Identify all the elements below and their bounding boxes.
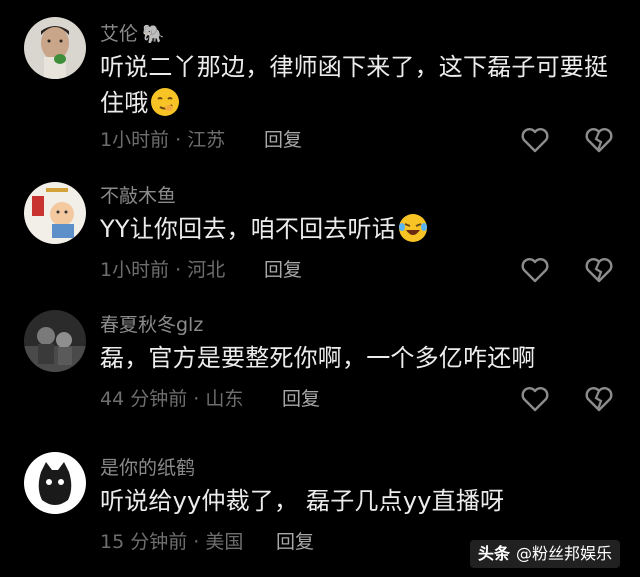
reply-button[interactable]: 回复 [282,387,320,411]
smirk-face-icon [150,87,180,117]
reply-button[interactable]: 回复 [276,530,314,554]
location: 美国 [205,531,244,553]
dislike-broken-heart-icon[interactable] [584,256,614,284]
comment-meta: 15 分钟前 · 美国 [100,530,243,554]
comment-text: 听说二丫那边，律师函下来了，这下磊子可要挺住哦 [100,49,610,121]
timestamp: 1小时前 [100,259,170,281]
username-text: 艾伦 [100,23,139,45]
username-text: 不敲木鱼 [100,185,177,207]
timestamp: 1小时前 [100,129,170,151]
comment-body: 听说给yy仲裁了， 磊子几点yy直播呀 [100,487,505,515]
comment-meta: 1小时前 · 江苏 [100,128,225,152]
comment-meta: 44 分钟前 · 山东 [100,387,243,411]
comment-body: YY让你回去，咱不回去听话 [100,215,396,243]
comment-text: 听说给yy仲裁了， 磊子几点yy直播呀 [100,483,610,519]
like-heart-icon[interactable] [520,256,550,284]
dislike-broken-heart-icon[interactable] [584,385,614,413]
watermark-account: @粉丝邦娱乐 [516,544,613,563]
username-text: 春夏秋冬glz [100,314,204,336]
username[interactable]: 是你的纸鹤 [100,456,195,480]
source-watermark: 头条 @粉丝邦娱乐 [470,540,621,568]
watermark-brand: 头条 [478,544,511,563]
meta-separator: · [187,388,206,410]
comment-body: 磊，官方是要整死你啊，一个多亿咋还啊 [100,344,536,372]
like-heart-icon[interactable] [520,126,550,154]
timestamp: 44 分钟前 [100,388,188,410]
comment-text: YY让你回去，咱不回去听话 [100,211,610,247]
reply-button[interactable]: 回复 [264,128,302,152]
avatar[interactable] [24,452,86,514]
avatar[interactable] [24,17,86,79]
comment-text: 磊，官方是要整死你啊，一个多亿咋还啊 [100,340,610,376]
timestamp: 15 分钟前 [100,531,188,553]
meta-separator: · [187,531,206,553]
elephant-badge-icon: 🐘 [142,24,165,45]
location: 江苏 [187,129,226,151]
username[interactable]: 春夏秋冬glz [100,313,203,337]
comment-meta: 1小时前 · 河北 [100,258,225,282]
avatar[interactable] [24,310,86,372]
location: 河北 [187,259,226,281]
dislike-broken-heart-icon[interactable] [584,126,614,154]
reply-button[interactable]: 回复 [264,258,302,282]
avatar[interactable] [24,182,86,244]
laughing-tears-face-icon [398,213,428,243]
meta-separator: · [169,259,188,281]
username-text: 是你的纸鹤 [100,457,196,479]
like-heart-icon[interactable] [520,385,550,413]
username[interactable]: 不敲木鱼 [100,184,176,208]
meta-separator: · [169,129,188,151]
location: 山东 [205,388,244,410]
username[interactable]: 艾伦 🐘 [100,22,164,47]
